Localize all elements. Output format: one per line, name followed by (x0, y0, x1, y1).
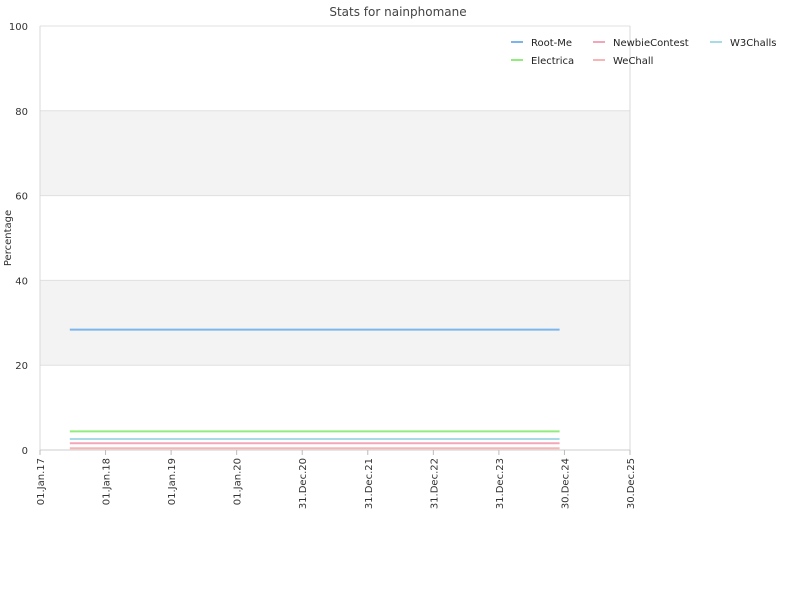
x-tick-label: 31.Dec.23 (495, 458, 506, 509)
legend: Root-Me NewbieContest W3Challs Electrica WeC… (511, 38, 776, 67)
y-axis-label: Percentage (3, 210, 14, 266)
legend-label-wechall: WeChall (613, 56, 653, 67)
chart-title: Stats for nainphomane (329, 5, 466, 19)
x-tick-label: 01.Jan.18 (102, 458, 113, 505)
plot-bands (40, 110, 630, 366)
legend-label-electrica: Electrica (531, 56, 574, 67)
legend-label-w3challs: W3Challs (730, 38, 776, 49)
x-tick-label: 31.Dec.20 (298, 458, 309, 509)
gridlines (40, 25, 630, 451)
plot-band (40, 280, 630, 366)
y-tick-label: 60 (15, 192, 28, 203)
chart: 0 20 40 60 80 100 01.Jan.17 01.Jan.18 01.Jan.19… (3, 5, 776, 509)
y-tick-label: 80 (15, 107, 28, 118)
x-tick-label: 30.Dec.24 (560, 458, 571, 509)
axes (39, 26, 631, 451)
legend-label-root-me: Root-Me (531, 38, 572, 49)
y-tick-label: 40 (15, 276, 28, 287)
x-tick-label: 31.Dec.22 (429, 458, 440, 509)
x-tick-label: 01.Jan.20 (233, 458, 244, 505)
x-tick-label: 30.Dec.25 (626, 458, 637, 509)
y-tick-label: 0 (22, 446, 28, 457)
legend-label-newbiecontest: NewbieContest (613, 38, 689, 49)
y-tick-label: 20 (15, 361, 28, 372)
x-tick-labels: 01.Jan.17 01.Jan.18 01.Jan.19 01.Jan.20 31.D… (36, 450, 637, 509)
x-tick-label: 31.Dec.21 (364, 458, 375, 509)
plot-band (40, 110, 630, 196)
y-tick-label: 100 (9, 22, 28, 33)
x-tick-label: 01.Jan.19 (167, 458, 178, 505)
x-tick-label: 01.Jan.17 (36, 458, 47, 505)
